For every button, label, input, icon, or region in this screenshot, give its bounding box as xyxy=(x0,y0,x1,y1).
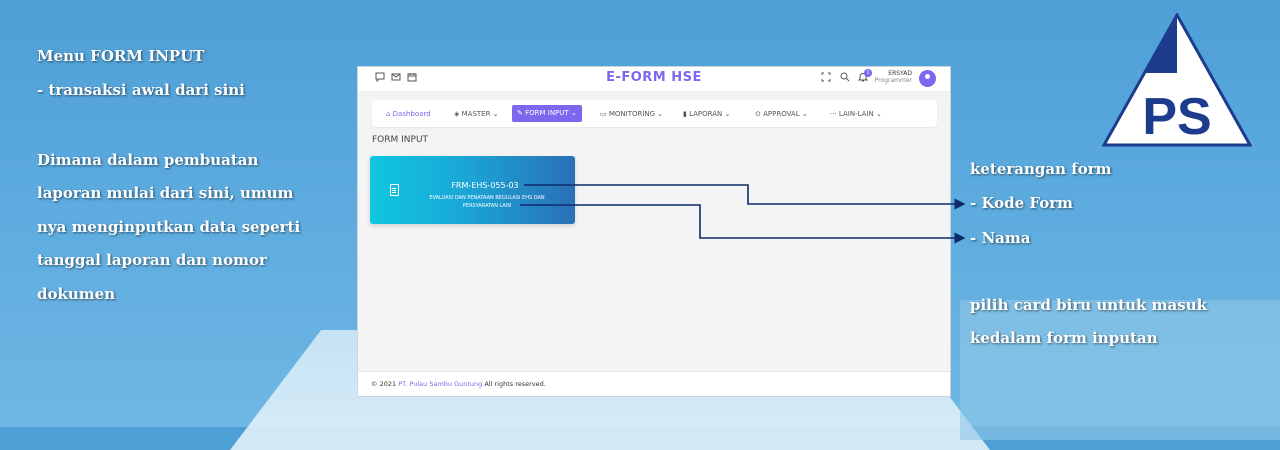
connector-arrows xyxy=(520,184,966,244)
arrow-to-kode-form xyxy=(524,184,966,210)
arrow-to-nama xyxy=(520,204,966,244)
